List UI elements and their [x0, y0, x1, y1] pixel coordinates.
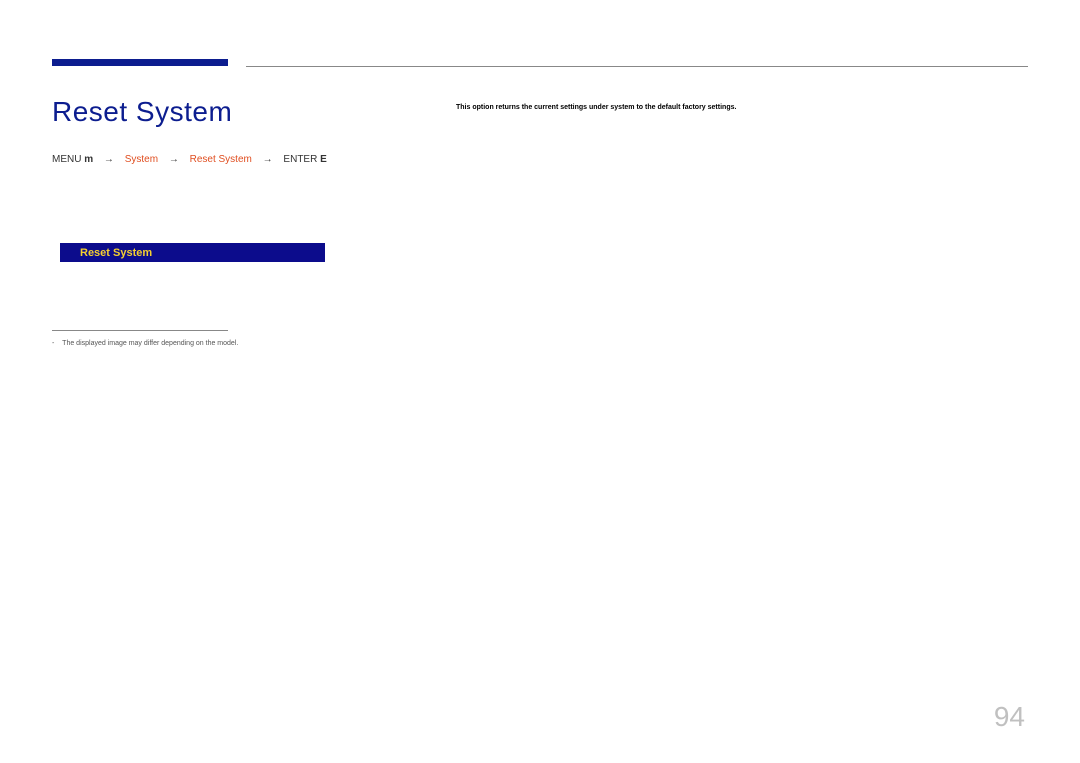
breadcrumb-menu-icon: m — [84, 154, 93, 165]
breadcrumb-arrow-icon: → — [263, 154, 273, 165]
accent-bar — [52, 59, 228, 66]
breadcrumb-system: System — [125, 154, 158, 165]
footnote-dash: - — [52, 340, 54, 347]
footnote-divider — [52, 330, 228, 331]
top-divider — [246, 66, 1028, 67]
breadcrumb: MENU m → System → Reset System → ENTER E — [52, 154, 327, 165]
breadcrumb-arrow-icon: → — [169, 154, 179, 165]
breadcrumb-reset: Reset System — [190, 154, 252, 165]
menu-item-reset-system[interactable]: Reset System — [60, 243, 325, 262]
description-text: This option returns the current settings… — [456, 104, 736, 111]
footnote-text: The displayed image may differ depending… — [62, 340, 238, 347]
breadcrumb-enter-icon: E — [320, 154, 327, 165]
breadcrumb-arrow-icon: → — [104, 154, 114, 165]
breadcrumb-menu-label: MENU — [52, 154, 81, 165]
menu-item-label: Reset System — [80, 247, 152, 259]
breadcrumb-enter-label: ENTER — [283, 154, 317, 165]
page-title: Reset System — [52, 96, 232, 128]
page-number: 94 — [994, 701, 1025, 733]
footnote: - The displayed image may differ dependi… — [52, 340, 238, 347]
